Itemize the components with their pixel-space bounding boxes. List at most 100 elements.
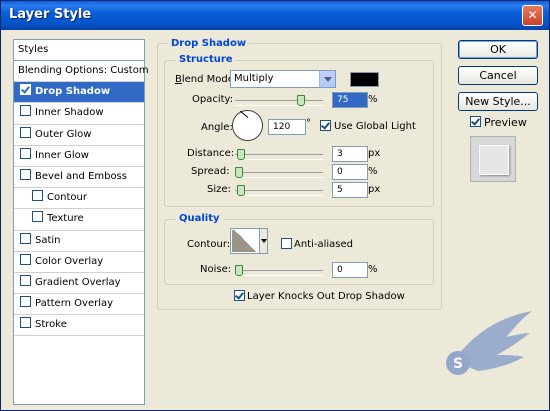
noise-slider[interactable]	[235, 270, 323, 276]
distance-slider-thumb[interactable]	[237, 149, 246, 160]
style-item-checkbox[interactable]	[20, 317, 31, 329]
preview-shape	[479, 145, 509, 175]
noise-unit: %	[368, 264, 378, 275]
style-item-checkbox[interactable]	[20, 168, 31, 180]
style-item-label: Contour	[47, 192, 87, 204]
shadow-color-swatch[interactable]	[350, 72, 379, 87]
style-item-label: Gradient Overlay	[35, 276, 121, 288]
style-item[interactable]: Bevel and Emboss	[14, 167, 144, 189]
style-item-checkbox[interactable]	[20, 296, 31, 308]
style-item-label: Inner Glow	[35, 149, 89, 161]
opacity-label: Opacity:	[192, 94, 234, 105]
contour-picker[interactable]	[230, 228, 268, 254]
chevron-down-icon[interactable]	[319, 71, 335, 87]
size-slider-thumb[interactable]	[236, 185, 245, 196]
spread-label: Spread:	[191, 166, 230, 177]
chevron-down-icon[interactable]	[259, 229, 267, 253]
style-item[interactable]: Stroke	[14, 315, 144, 337]
dialog-client: Styles Blending Options: Custom Drop Shad…	[4, 30, 546, 407]
noise-input[interactable]: 0	[332, 262, 368, 278]
style-item-checkbox[interactable]	[20, 274, 31, 286]
layer-style-dialog: Layer Style ✕ Styles Blending Options: C…	[0, 0, 550, 411]
preview-swatch	[470, 136, 516, 182]
angle-label: Angle:	[201, 122, 233, 133]
style-item-checkbox[interactable]	[20, 126, 31, 138]
window-title: Layer Style	[9, 7, 92, 22]
preview-label: Preview	[484, 116, 527, 129]
drop-shadow-title: Drop Shadow	[168, 38, 250, 49]
style-item[interactable]: Outer Glow	[14, 125, 144, 146]
blend-mode-select[interactable]: Multiply	[230, 70, 336, 88]
opacity-slider[interactable]	[235, 100, 323, 106]
watermark-logo: S	[434, 311, 534, 401]
style-item-checkbox[interactable]	[32, 190, 43, 202]
anti-aliased-checkbox[interactable]	[281, 238, 292, 249]
spread-slider-thumb[interactable]	[235, 167, 243, 178]
size-slider[interactable]	[235, 190, 323, 196]
spread-slider[interactable]	[235, 172, 323, 178]
size-unit: px	[368, 184, 381, 195]
use-global-light-checkbox[interactable]	[320, 120, 331, 131]
style-item-label: Color Overlay	[35, 255, 104, 267]
style-item-label: Drop Shadow	[35, 86, 111, 98]
style-item[interactable]: Pattern Overlay	[14, 294, 144, 316]
opacity-input[interactable]: 75	[332, 92, 368, 108]
blend-mode-label: Blend Mode:	[175, 74, 238, 85]
angle-unit: °	[306, 118, 311, 129]
style-item-checkbox[interactable]	[20, 253, 31, 265]
style-item-label: Bevel and Emboss	[35, 170, 127, 182]
size-input[interactable]: 5	[332, 182, 368, 198]
style-item[interactable]: Drop Shadow	[14, 82, 144, 104]
style-item-checkbox[interactable]	[20, 84, 31, 96]
quality-title: Quality	[176, 213, 223, 224]
style-item-label: Inner Shadow	[35, 107, 104, 119]
spread-unit: %	[368, 166, 378, 177]
noise-label: Noise:	[200, 264, 232, 275]
distance-unit: px	[368, 148, 381, 159]
distance-input[interactable]: 3	[332, 146, 368, 162]
style-item-label: Stroke	[35, 319, 67, 331]
style-item[interactable]: Contour	[14, 188, 144, 210]
contour-label: Contour:	[187, 239, 231, 250]
style-item-label: Blending Options: Custom	[18, 65, 149, 76]
title-bar[interactable]: Layer Style ✕	[1, 1, 549, 30]
knockout-label: Layer Knocks Out Drop Shadow	[247, 291, 405, 302]
close-button[interactable]: ✕	[522, 5, 543, 26]
svg-text:S: S	[453, 356, 463, 372]
new-style-button[interactable]: New Style...	[458, 92, 538, 111]
style-item-checkbox[interactable]	[20, 147, 31, 159]
styles-list-items: Blending Options: Custom Drop Shadow Inner…	[14, 61, 149, 337]
structure-title: Structure	[176, 54, 236, 65]
cancel-button[interactable]: Cancel	[458, 66, 538, 85]
knockout-checkbox[interactable]	[234, 290, 245, 301]
style-item-checkbox[interactable]	[32, 211, 43, 223]
style-item-checkbox[interactable]	[20, 232, 31, 244]
styles-list-header[interactable]: Styles	[14, 40, 144, 61]
noise-slider-thumb[interactable]	[235, 265, 243, 276]
style-item[interactable]: Color Overlay	[14, 252, 144, 273]
ok-button[interactable]: OK	[458, 40, 538, 59]
style-item-label: Satin	[35, 234, 61, 246]
opacity-slider-thumb[interactable]	[296, 95, 305, 106]
angle-dial[interactable]	[232, 110, 263, 141]
wing-icon: S	[446, 311, 532, 375]
spread-input[interactable]: 0	[332, 164, 368, 180]
style-item-checkbox[interactable]	[20, 105, 31, 117]
angle-input[interactable]: 120	[268, 119, 306, 135]
opacity-unit: %	[368, 94, 378, 105]
size-label: Size:	[207, 184, 231, 195]
contour-preview	[232, 230, 259, 252]
style-item-label: Pattern Overlay	[35, 298, 114, 310]
blend-mode-value: Multiply	[234, 73, 274, 84]
style-item[interactable]: Satin	[14, 231, 144, 252]
style-item[interactable]: Texture	[14, 209, 144, 231]
style-item-label: Texture	[47, 213, 84, 225]
preview-checkbox[interactable]	[470, 116, 481, 127]
distance-slider[interactable]	[235, 154, 323, 160]
style-item[interactable]: Inner Glow	[14, 146, 144, 167]
style-item-label: Outer Glow	[35, 128, 92, 140]
style-item[interactable]: Blending Options: Custom	[14, 61, 149, 83]
style-item[interactable]: Inner Shadow	[14, 103, 144, 125]
style-item[interactable]: Gradient Overlay	[14, 273, 144, 295]
styles-list: Styles Blending Options: Custom Drop Shad…	[13, 39, 149, 405]
